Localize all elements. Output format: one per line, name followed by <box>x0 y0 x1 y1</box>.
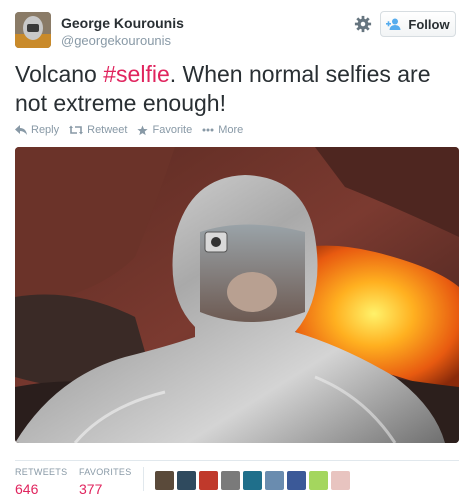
favoriter-avatar[interactable] <box>331 471 350 490</box>
tweet-actions: Reply Retweet Favorite More <box>15 124 243 136</box>
favorites-stat[interactable]: FAVORITES 377 <box>79 467 132 497</box>
tweet-photo[interactable] <box>15 147 459 443</box>
tweet-stats: RETWEETS 646 FAVORITES 377 <box>15 460 459 497</box>
reply-icon <box>15 125 27 135</box>
favorites-label: FAVORITES <box>79 467 132 477</box>
favoriter-avatar[interactable] <box>199 471 218 490</box>
retweet-action[interactable]: Retweet <box>69 124 127 136</box>
retweet-icon <box>69 125 84 135</box>
follow-button[interactable]: Follow <box>380 11 456 37</box>
favoriter-avatar[interactable] <box>155 471 174 490</box>
volcano-selfie-image <box>15 147 459 443</box>
favoriter-avatar[interactable] <box>287 471 306 490</box>
favoriter-avatar[interactable] <box>243 471 262 490</box>
author-handle[interactable]: @georgekourounis <box>61 33 171 48</box>
author-name[interactable]: George Kourounis <box>61 15 184 31</box>
favoriter-avatar[interactable] <box>221 471 240 490</box>
more-label: More <box>218 124 244 136</box>
favoriter-avatar[interactable] <box>177 471 196 490</box>
stats-divider <box>143 467 144 491</box>
reply-label: Reply <box>31 124 60 136</box>
favorite-action[interactable]: Favorite <box>137 124 192 136</box>
gear-icon[interactable] <box>354 15 372 33</box>
tweet-text-before: Volcano <box>15 61 104 87</box>
more-icon <box>202 128 214 132</box>
more-action[interactable]: More <box>202 124 243 136</box>
favoriter-avatar[interactable] <box>309 471 328 490</box>
favorites-count: 377 <box>79 481 103 497</box>
retweets-stat[interactable]: RETWEETS 646 <box>15 467 67 497</box>
tweet-text: Volcano #selfie. When normal selfies are… <box>15 60 455 118</box>
favoriter-avatar[interactable] <box>265 471 284 490</box>
author-avatar[interactable] <box>15 12 51 48</box>
favorite-label: Favorite <box>152 124 193 136</box>
hashtag-link[interactable]: #selfie <box>103 61 169 87</box>
retweet-label: Retweet <box>87 124 128 136</box>
retweets-count: 646 <box>15 481 39 497</box>
reply-action[interactable]: Reply <box>15 124 59 136</box>
follow-label: Follow <box>408 16 450 32</box>
add-user-icon <box>386 18 401 30</box>
star-icon <box>137 125 149 135</box>
favoriter-avatars <box>155 471 350 490</box>
retweets-label: RETWEETS <box>15 467 68 477</box>
avatar-image <box>15 12 51 48</box>
